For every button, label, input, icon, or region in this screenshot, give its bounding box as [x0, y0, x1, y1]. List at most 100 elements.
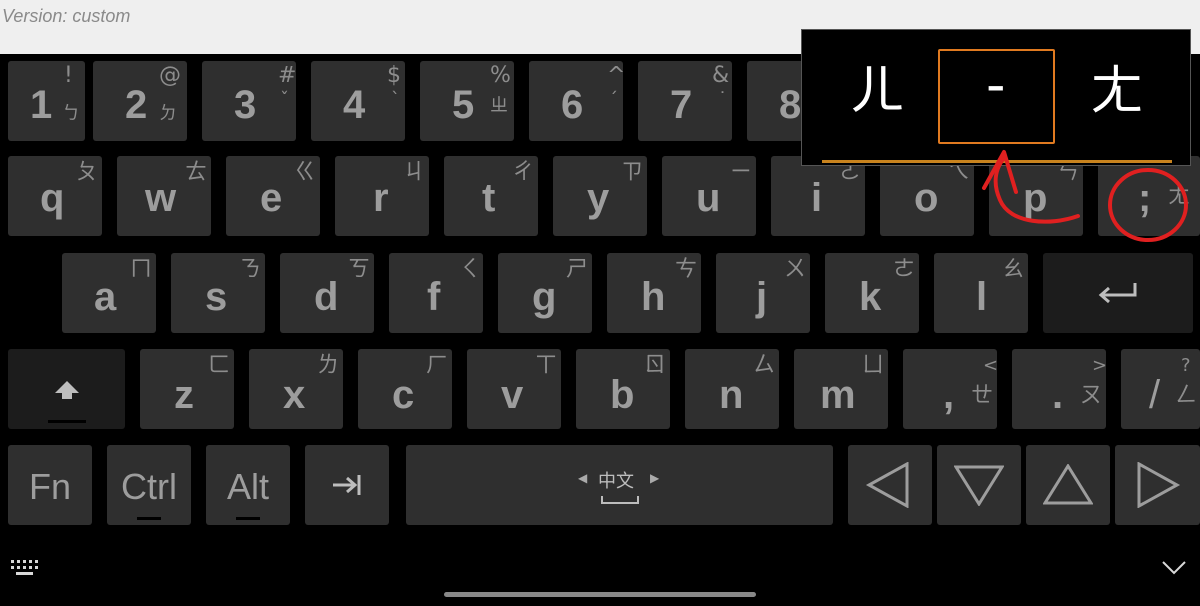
key-6-symbol: ^: [607, 63, 626, 88]
arrow-left-icon: [865, 462, 909, 508]
key-c[interactable]: c ㄏ: [358, 349, 452, 429]
key-y[interactable]: y ㄗ: [553, 156, 647, 236]
tab-key[interactable]: [305, 445, 389, 525]
key-period-zhuyin: ㄡ: [1080, 383, 1103, 408]
key-semicolon-zhuyin: ㄤ: [1168, 184, 1191, 209]
key-3-symbol: #: [278, 63, 297, 88]
key-7[interactable]: 7 & ˙: [638, 61, 732, 141]
key-j-zhuyin: ㄨ: [784, 257, 807, 282]
candidate-1[interactable]: ㄦ: [850, 64, 904, 118]
key-period[interactable]: . > ㄡ: [1012, 349, 1107, 429]
key-g-zhuyin: ㄕ: [566, 257, 589, 282]
key-g-label: g: [532, 275, 557, 319]
key-s[interactable]: s ㄋ: [171, 253, 265, 333]
key-u[interactable]: u ㄧ: [662, 156, 756, 236]
key-j[interactable]: j ㄨ: [716, 253, 810, 333]
key-z[interactable]: z ㄈ: [140, 349, 234, 429]
key-a-label: a: [94, 275, 117, 319]
key-f[interactable]: f ㄑ: [389, 253, 483, 333]
key-m[interactable]: m ㄩ: [794, 349, 888, 429]
key-2[interactable]: 2 @ ㄉ: [93, 61, 187, 141]
keyboard-switch-icon[interactable]: [11, 560, 39, 576]
key-i[interactable]: i ㄛ: [771, 156, 865, 236]
arrow-down-key[interactable]: [937, 445, 1021, 525]
key-1[interactable]: 1 ! ㄅ: [8, 61, 85, 141]
ctrl-key-label: Ctrl: [121, 466, 177, 507]
key-7-symbol: &: [712, 63, 730, 88]
key-t-label: t: [482, 176, 496, 220]
key-s-label: s: [205, 275, 228, 319]
key-slash[interactable]: / ? ㄥ: [1121, 349, 1200, 429]
key-k[interactable]: k ㄜ: [825, 253, 919, 333]
ctrl-key[interactable]: Ctrl: [107, 445, 191, 525]
key-d-zhuyin: ㄎ: [348, 257, 371, 282]
key-q[interactable]: q ㄆ: [8, 156, 102, 236]
key-w[interactable]: w ㄊ: [117, 156, 211, 236]
key-3[interactable]: 3 # ˇ: [202, 61, 296, 141]
key-y-zhuyin: ㄗ: [621, 160, 644, 185]
key-x-zhuyin: ㄌ: [317, 353, 340, 378]
key-x-label: x: [283, 373, 306, 417]
key-6-label: 6: [561, 83, 584, 127]
space-arrow-right-icon: ▶: [650, 471, 660, 485]
key-t[interactable]: t ㄔ: [444, 156, 538, 236]
key-comma[interactable]: , < ㄝ: [903, 349, 999, 429]
key-o-label: o: [914, 176, 939, 220]
fn-key[interactable]: Fn: [8, 445, 92, 525]
key-slash-symbol: ?: [1181, 355, 1191, 376]
candidate-2[interactable]: -: [986, 58, 1006, 112]
key-x[interactable]: x ㄌ: [249, 349, 343, 429]
key-4-zhuyin: ˋ: [391, 89, 400, 110]
key-4[interactable]: 4 $ ˋ: [311, 61, 405, 141]
key-l[interactable]: l ㄠ: [934, 253, 1028, 333]
version-label: Version: custom: [2, 6, 131, 26]
key-o[interactable]: o ㄟ: [880, 156, 974, 236]
arrow-up-icon: [1043, 464, 1093, 505]
key-r-zhuyin: ㄐ: [403, 160, 426, 185]
key-comma-label: ,: [943, 373, 955, 417]
shift-key[interactable]: [8, 349, 125, 429]
key-v-zhuyin: ㄒ: [535, 353, 558, 378]
key-r[interactable]: r ㄐ: [335, 156, 429, 236]
arrow-right-key[interactable]: [1115, 445, 1200, 525]
key-7-label: 7: [670, 83, 693, 127]
key-e-label: e: [260, 176, 283, 220]
key-g[interactable]: g ㄕ: [498, 253, 592, 333]
key-comma-symbol: <: [983, 355, 999, 376]
key-f-label: f: [427, 275, 441, 319]
key-5-zhuyin: ㄓ: [490, 95, 508, 116]
key-4-symbol: $: [387, 63, 401, 88]
key-e[interactable]: e ㄍ: [226, 156, 320, 236]
key-i-label: i: [811, 176, 823, 220]
home-indicator[interactable]: [444, 592, 756, 597]
key-w-zhuyin: ㄊ: [185, 160, 208, 185]
key-m-label: m: [820, 373, 856, 417]
enter-key[interactable]: [1043, 253, 1193, 333]
key-h[interactable]: h ㄘ: [607, 253, 701, 333]
key-b[interactable]: b ㄖ: [576, 349, 670, 429]
key-a[interactable]: a ㄇ: [62, 253, 156, 333]
key-p[interactable]: p ㄣ: [989, 156, 1083, 236]
key-v[interactable]: v ㄒ: [467, 349, 561, 429]
arrow-left-key[interactable]: [848, 445, 932, 525]
arrow-up-key[interactable]: [1026, 445, 1110, 525]
candidate-3[interactable]: ㄤ: [1090, 64, 1144, 118]
space-key[interactable]: ◀ 中文 ▶: [406, 445, 833, 525]
key-6[interactable]: 6 ^ ˊ: [529, 61, 626, 141]
key-2-symbol: @: [159, 63, 181, 88]
key-5[interactable]: 5 % ㄓ: [420, 61, 514, 141]
key-q-label: q: [40, 176, 65, 220]
key-period-label: .: [1052, 373, 1064, 417]
key-d[interactable]: d ㄎ: [280, 253, 374, 333]
key-semicolon[interactable]: ; ㄤ: [1098, 156, 1200, 236]
key-8-label: 8: [779, 83, 802, 127]
key-5-symbol: %: [490, 63, 511, 88]
key-n[interactable]: n ㄙ: [685, 349, 779, 429]
alt-indicator: [236, 517, 260, 520]
collapse-chevron-down-icon[interactable]: [1161, 560, 1187, 576]
key-5-label: 5: [452, 83, 475, 127]
key-f-zhuyin: ㄑ: [459, 257, 482, 282]
alt-key[interactable]: Alt: [206, 445, 290, 525]
space-language-label: 中文: [598, 471, 634, 492]
key-2-zhuyin: ㄉ: [159, 103, 177, 124]
